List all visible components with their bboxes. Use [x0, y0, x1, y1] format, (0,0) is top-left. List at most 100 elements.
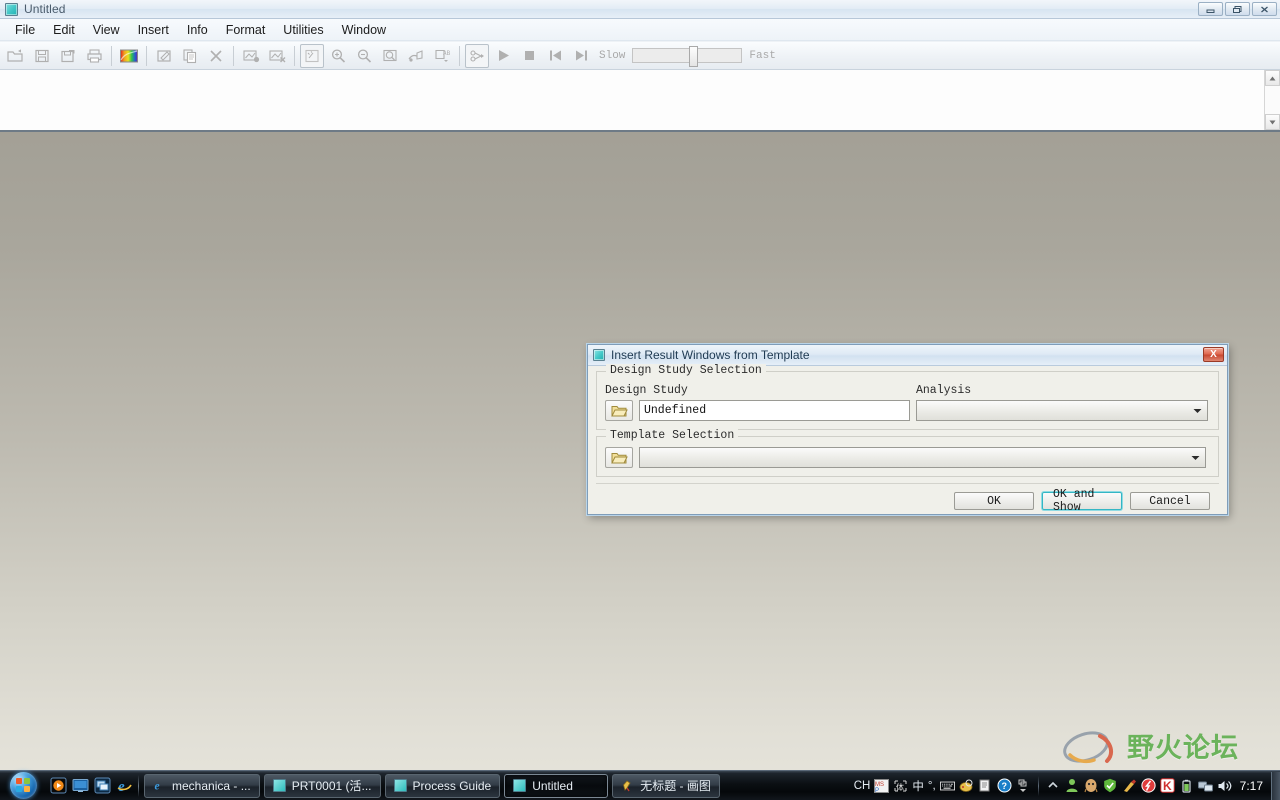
ime-properties-icon[interactable]	[978, 778, 993, 793]
stop-icon[interactable]	[517, 44, 541, 68]
svg-text:K: K	[1163, 779, 1172, 793]
open-file-icon[interactable]	[4, 44, 28, 68]
print-icon[interactable]	[82, 44, 106, 68]
document-panel	[0, 70, 1280, 132]
paint-model-icon[interactable]	[404, 44, 428, 68]
cleanup-icon[interactable]	[1122, 778, 1137, 793]
svg-text:AB: AB	[443, 50, 451, 57]
chevron-down-icon[interactable]	[1187, 450, 1203, 465]
save-as-icon[interactable]	[56, 44, 80, 68]
svg-text:P: P	[875, 788, 879, 793]
speed-slider-thumb[interactable]	[689, 46, 699, 67]
result-window-add-icon[interactable]	[239, 44, 263, 68]
task-button-prt0001[interactable]: PRT0001 (活...	[263, 773, 381, 798]
scroll-track[interactable]	[1265, 86, 1280, 114]
show-desktop-icon[interactable]	[71, 777, 89, 795]
color-spectrum-icon[interactable]	[117, 44, 141, 68]
chevron-down-icon[interactable]	[1189, 403, 1205, 418]
minimize-button[interactable]	[1198, 2, 1223, 16]
ok-button[interactable]: OK	[954, 492, 1034, 510]
menu-item-insert[interactable]: Insert	[129, 21, 178, 39]
menu-item-window[interactable]: Window	[333, 21, 395, 39]
scroll-up-icon[interactable]	[1265, 70, 1280, 86]
windows-flag-icon	[15, 778, 31, 793]
quick-launch-bar: e	[49, 777, 133, 795]
show-hidden-icons-icon[interactable]	[1046, 778, 1061, 793]
internet-explorer-icon[interactable]: e	[115, 777, 133, 795]
menu-item-file[interactable]: File	[6, 21, 44, 39]
zoom-in-icon[interactable]	[326, 44, 350, 68]
edit-window-icon[interactable]	[152, 44, 176, 68]
task-button-paint[interactable]: 无标题 - 画图	[612, 773, 720, 798]
battery-icon[interactable]	[1179, 778, 1194, 793]
svg-text:e: e	[118, 779, 125, 794]
scroll-down-icon[interactable]	[1265, 114, 1280, 130]
security-shield-icon[interactable]	[1103, 778, 1118, 793]
menu-item-view[interactable]: View	[84, 21, 129, 39]
zoom-out-icon[interactable]	[352, 44, 376, 68]
start-button[interactable]	[2, 772, 44, 800]
result-window-remove-icon[interactable]	[265, 44, 289, 68]
menu-item-edit[interactable]: Edit	[44, 21, 84, 39]
ime-handwriting-icon[interactable]: 体	[893, 778, 908, 793]
toolbar-separator	[459, 45, 460, 66]
task-button-mechanica[interactable]: e mechanica - ...	[144, 773, 260, 798]
restore-button[interactable]	[1225, 2, 1250, 16]
copy-icon[interactable]	[178, 44, 202, 68]
network-icon[interactable]	[1197, 778, 1213, 793]
speed-slider[interactable]	[632, 46, 743, 67]
menu-item-info[interactable]: Info	[178, 21, 217, 39]
analysis-field: Analysis	[916, 384, 1210, 421]
svg-text:e: e	[155, 781, 160, 792]
svg-text:?: ?	[1001, 781, 1007, 791]
zoom-area-icon[interactable]	[378, 44, 402, 68]
volume-icon[interactable]	[1217, 778, 1232, 793]
ime-punctuation-label[interactable]: °,	[928, 780, 936, 792]
design-study-label: Design Study	[605, 384, 688, 397]
ok-and-show-button[interactable]: OK and Show	[1042, 488, 1122, 514]
svg-text:体: 体	[896, 782, 904, 792]
next-frame-icon[interactable]	[569, 44, 593, 68]
menu-item-format[interactable]: Format	[217, 21, 275, 39]
animate-icon[interactable]	[465, 43, 489, 68]
ime-help-icon[interactable]: ?	[997, 778, 1012, 793]
qq-icon[interactable]	[1084, 778, 1099, 793]
design-study-input[interactable]	[639, 400, 910, 421]
menu-item-utilities[interactable]: Utilities	[274, 21, 332, 39]
document-scrollbar[interactable]	[1264, 70, 1280, 130]
first-frame-icon[interactable]	[543, 44, 567, 68]
cancel-button[interactable]: Cancel	[1130, 492, 1210, 510]
ime-msp-icon[interactable]: MS P	[874, 778, 890, 793]
close-button[interactable]	[1252, 2, 1277, 16]
annotate-ab-icon[interactable]: AB	[430, 44, 454, 68]
template-browse-button[interactable]	[605, 447, 633, 468]
ime-chinese-mode-label[interactable]: 中	[912, 778, 924, 794]
task-button-untitled[interactable]: Untitled	[504, 773, 609, 798]
application-window: Untitled File Edit View Insert Info Form…	[0, 0, 1280, 770]
task-button-process-guide[interactable]: Process Guide	[384, 773, 501, 798]
dialog-button-bar: OK OK and Show Cancel	[596, 484, 1219, 514]
dynamic-query-icon[interactable]	[300, 43, 324, 68]
dialog-close-button[interactable]: X	[1203, 347, 1224, 362]
play-icon[interactable]	[491, 44, 515, 68]
ime-expand-icon[interactable]	[1016, 778, 1031, 793]
taskbar-clock[interactable]: 7:17	[1240, 779, 1263, 793]
internet-explorer-icon: e	[153, 779, 166, 792]
save-icon[interactable]	[30, 44, 54, 68]
design-study-browse-button[interactable]	[605, 400, 633, 421]
dialog-body: Design Study Selection Design Study Unde…	[588, 364, 1227, 514]
template-dropdown[interactable]	[639, 447, 1206, 468]
delete-x-icon[interactable]	[204, 44, 228, 68]
ime-palette-icon[interactable]	[959, 778, 974, 793]
media-player-icon[interactable]	[49, 777, 67, 795]
ime-language-bar[interactable]: CH MS P 体 中 °, ?	[854, 778, 1031, 794]
antivirus-red-icon[interactable]	[1141, 778, 1156, 793]
ime-soft-keyboard-icon[interactable]	[939, 778, 955, 793]
analysis-dropdown[interactable]	[916, 400, 1208, 421]
show-desktop-button[interactable]	[1271, 771, 1280, 800]
switch-windows-icon[interactable]	[93, 777, 111, 795]
user-account-icon[interactable]	[1065, 778, 1080, 793]
toolbar-separator	[146, 45, 147, 66]
kingsoft-icon[interactable]: K	[1159, 778, 1175, 793]
start-orb-icon[interactable]	[9, 772, 37, 799]
